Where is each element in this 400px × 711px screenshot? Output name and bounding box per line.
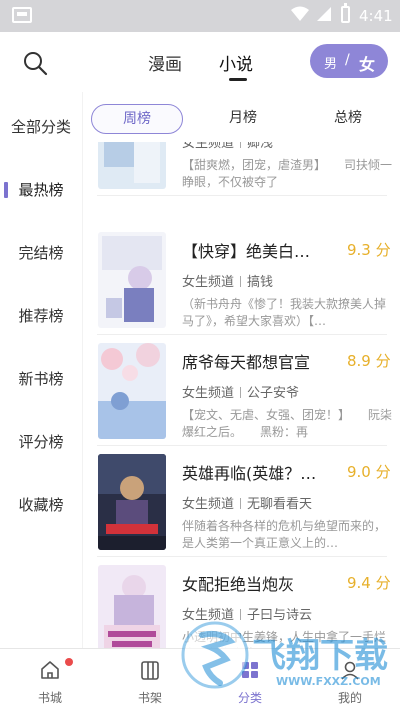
gallery-notification-icon [12, 7, 32, 23]
tab-all-time[interactable]: 总榜 [334, 107, 362, 127]
sidebar-item-favorites[interactable]: 收藏榜 [0, 485, 82, 525]
book-description: 小透明初中生姜锋，人生中拿了一手烂牌，亲爹冷漠， [182, 630, 387, 648]
category-icon [242, 662, 258, 678]
nav-label: 分类 [237, 691, 262, 705]
tab-active-underline [229, 78, 247, 81]
book-meta: 女生频道 搞钱 [182, 271, 273, 290]
tab-novels[interactable]: 小说 [219, 50, 253, 81]
nav-label: 书城 [37, 691, 62, 705]
book-meta: 女生频道 子曰与诗云 [182, 604, 312, 623]
tab-novels-label: 小说 [219, 55, 253, 75]
book-author: 无聊看看天 [247, 497, 313, 512]
book-author: 公子安爷 [247, 386, 300, 401]
status-bar: 4:41 [0, 0, 400, 32]
book-channel: 女生频道 [182, 275, 235, 290]
sidebar-item-new-books[interactable]: 新书榜 [0, 359, 82, 399]
book-author: 子曰与诗云 [247, 608, 313, 623]
book-cover[interactable] [98, 565, 166, 648]
book-channel: 女生频道 [182, 497, 235, 512]
book-meta: 女生频道 无聊看看天 [182, 493, 312, 512]
book-description: 【甜爽燃，团宠，虐渣男】 司扶倾一睁眼，不仅被夺了 [182, 158, 393, 189]
home-icon [41, 661, 59, 679]
book-title[interactable]: 【快穿】绝美白… [182, 238, 342, 262]
period-tabs: 周榜 月榜 总榜 [83, 92, 400, 142]
notification-badge [65, 658, 73, 666]
meta-divider [240, 609, 242, 620]
profile-icon [341, 661, 359, 680]
top-bar: 漫画 小说 男 / 女 [0, 32, 400, 92]
bottom-navigation: 书城 书架 分类 我的 [0, 648, 400, 711]
nav-profile[interactable]: 我的 [300, 649, 400, 711]
book-channel: 女生频道 [182, 608, 235, 623]
book-item[interactable]: 【快穿】绝美白… 9.3 分 女生频道 搞钱 （新书舟舟《惨了！我装大款撩美人掉马… [83, 224, 400, 335]
battery-icon [341, 3, 350, 23]
meta-divider [240, 276, 242, 287]
gender-male-option[interactable]: 男 [324, 53, 337, 72]
book-channel: 女生频道 [182, 386, 235, 401]
book-title[interactable]: 席爷每天都想官宣 [182, 349, 342, 373]
sidebar-item-rating[interactable]: 评分榜 [0, 422, 82, 462]
tab-comics[interactable]: 漫画 [148, 50, 182, 75]
book-item[interactable]: 女配拒绝当炮灰 9.4 分 女生频道 子曰与诗云 小透明初中生姜锋，人生中拿了一手… [83, 557, 400, 648]
book-author: 搞钱 [247, 275, 274, 290]
sidebar-item-all-categories[interactable]: 全部分类 [0, 107, 82, 147]
book-description: （新书舟舟《惨了！我装大款撩美人掉马了》，希望大家喜欢）【… [182, 297, 387, 328]
signal-icon [317, 7, 331, 21]
sidebar-item-hottest[interactable]: 最热榜 [0, 170, 82, 210]
book-score: 9.0 分 [347, 463, 391, 481]
book-cover[interactable] [98, 343, 166, 439]
book-meta: 女生频道 公子安爷 [182, 382, 299, 401]
nav-category[interactable]: 分类 [200, 649, 300, 711]
bookshelf-icon [141, 661, 159, 680]
sidebar-item-label: 最热榜 [18, 181, 64, 199]
gender-female-option[interactable]: 女 [359, 51, 375, 75]
book-description: 伴随着各种各样的危机与绝望而来的，是人类第一个真正意义上的… [182, 519, 387, 550]
book-score: 9.4 分 [347, 574, 391, 592]
status-time: 4:41 [359, 7, 393, 25]
search-icon[interactable] [22, 50, 48, 76]
ranking-sidebar: 全部分类 最热榜 完结榜 推荐榜 新书榜 评分榜 收藏榜 [0, 92, 82, 648]
book-title[interactable]: 女配拒绝当炮灰 [182, 571, 342, 595]
wifi-icon [291, 6, 309, 21]
book-item[interactable]: 英雄再临(英雄？… 9.0 分 女生频道 无聊看看天 伴随着各种各样的危机与绝望而… [83, 446, 400, 557]
gender-toggle[interactable]: 男 / 女 [310, 44, 388, 78]
book-item[interactable]: 席爷每天都想官宣 8.9 分 女生频道 公子安爷 【宠文、无虐、女强、团宠！】 阮… [83, 335, 400, 446]
nav-label: 我的 [337, 691, 362, 705]
sidebar-item-recommended[interactable]: 推荐榜 [0, 296, 82, 336]
book-score: 8.9 分 [347, 352, 391, 370]
meta-divider [240, 387, 242, 398]
book-title[interactable]: 英雄再临(英雄？… [182, 460, 342, 484]
book-score: 9.3 分 [347, 241, 391, 259]
book-cover[interactable] [98, 454, 166, 550]
book-list-panel: 周榜 月榜 总榜 女生频道 卿浅 【甜爽燃，团宠，虐渣男】 司扶倾一睁眼，不仅被夺… [82, 92, 400, 648]
nav-bookshelf[interactable]: 书架 [100, 649, 200, 711]
meta-divider [240, 498, 242, 509]
divider [97, 195, 387, 196]
nav-bookstore[interactable]: 书城 [0, 649, 100, 711]
book-cover[interactable] [98, 232, 166, 328]
tab-weekly[interactable]: 周榜 [91, 104, 183, 134]
book-description: 【宠文、无虐、女强、团宠！】 阮柒爆红之后。 黑粉：再 [182, 408, 393, 439]
sidebar-item-completed[interactable]: 完结榜 [0, 233, 82, 273]
gender-separator: / [345, 52, 350, 68]
tab-monthly[interactable]: 月榜 [229, 107, 257, 127]
sidebar-active-indicator [4, 182, 8, 198]
nav-label: 书架 [137, 691, 162, 705]
